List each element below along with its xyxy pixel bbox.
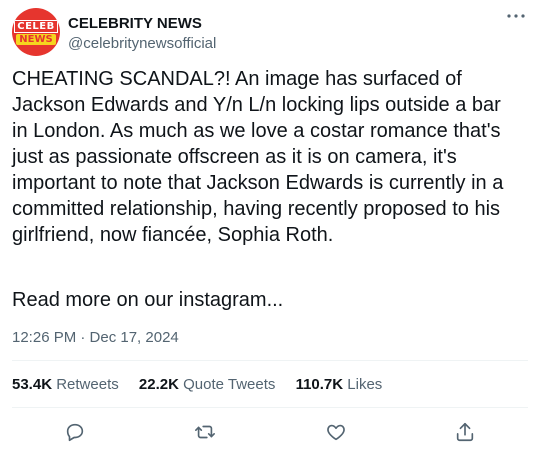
read-more-text: Read more on our instagram... bbox=[12, 289, 284, 311]
handle[interactable]: @celebritynewsofficial bbox=[68, 34, 216, 54]
divider bbox=[12, 407, 528, 408]
quotes-stat[interactable]: 22.2K Quote Tweets bbox=[139, 375, 275, 395]
retweets-count: 53.4K bbox=[12, 376, 53, 393]
share-icon[interactable] bbox=[452, 419, 478, 445]
avatar-text-top: CELEB bbox=[14, 19, 58, 33]
tweet-text: CHEATING SCANDAL?! An image has surfaced… bbox=[12, 68, 504, 246]
retweets-label: Retweets bbox=[56, 376, 119, 393]
quotes-count: 22.2K bbox=[138, 376, 179, 393]
quotes-label: Quote Tweets bbox=[183, 376, 276, 393]
like-icon[interactable] bbox=[323, 419, 349, 445]
tweet-header: CELEB NEWS CELEBRITY NEWS @celebritynews… bbox=[12, 8, 528, 56]
tweet-card: CELEB NEWS CELEBRITY NEWS @celebritynews… bbox=[0, 0, 540, 464]
more-icon[interactable] bbox=[504, 8, 528, 28]
likes-stat[interactable]: 110.7K Likes bbox=[296, 375, 383, 395]
likes-count: 110.7K bbox=[295, 376, 344, 393]
divider bbox=[12, 360, 528, 361]
reply-icon[interactable] bbox=[62, 419, 88, 445]
avatar[interactable]: CELEB NEWS bbox=[12, 8, 60, 56]
display-name[interactable]: CELEBRITY NEWS bbox=[68, 14, 216, 34]
timestamp[interactable]: 12:26 PM · Dec 17, 2024 bbox=[12, 328, 179, 348]
likes-label: Likes bbox=[347, 376, 383, 393]
retweets-stat[interactable]: 53.4K Retweets bbox=[12, 375, 119, 395]
account-names: CELEBRITY NEWS @celebritynewsofficial bbox=[68, 14, 216, 54]
retweet-icon[interactable] bbox=[192, 419, 218, 445]
avatar-text-bottom: NEWS bbox=[16, 33, 56, 45]
action-bar bbox=[12, 417, 528, 447]
engagement-stats: 53.4K Retweets 22.2K Quote Tweets 110.7K… bbox=[12, 375, 398, 395]
